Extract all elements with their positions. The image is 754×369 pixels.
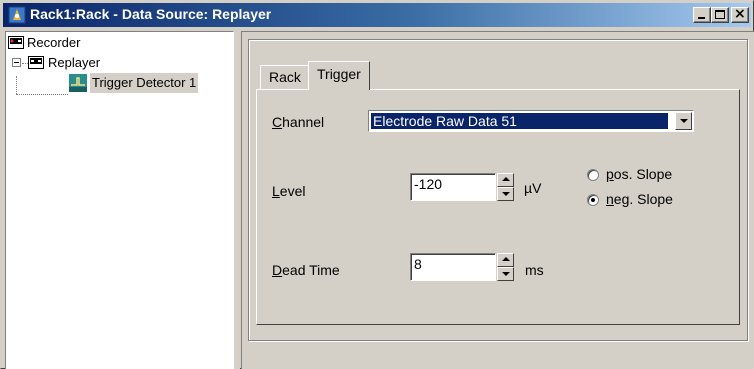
- level-label: Level: [272, 183, 306, 199]
- app-icon: [8, 6, 26, 24]
- arrow-down-icon: [502, 272, 510, 276]
- neg-slope-radio[interactable]: neg. Slope: [586, 191, 696, 211]
- trigger-tab-page: Channel Electrode Raw Data 51 Level -120…: [256, 89, 740, 325]
- maximize-button[interactable]: [711, 7, 729, 23]
- pos-slope-label: pos. Slope: [606, 166, 673, 182]
- arrow-down-icon: [502, 192, 510, 196]
- replayer-icon: [28, 56, 44, 69]
- tab-rack[interactable]: Rack: [260, 65, 310, 89]
- tree-view[interactable]: Recorder Replayer Trigger Detector 1: [5, 31, 234, 369]
- level-spinner[interactable]: [497, 173, 514, 201]
- properties-panel: Rack Trigger Channel Electrode Raw Data …: [241, 31, 754, 369]
- arrow-up-icon: [502, 257, 510, 261]
- arrow-up-icon: [502, 177, 510, 181]
- dead-time-increment-button[interactable]: [497, 253, 514, 267]
- tab-label: Trigger: [317, 66, 361, 82]
- minimize-icon: [698, 17, 705, 19]
- window-title: Rack1:Rack - Data Source: Replayer: [30, 6, 272, 22]
- minimize-button[interactable]: [693, 7, 711, 23]
- radio-button[interactable]: [587, 169, 599, 181]
- channel-label: Channel: [272, 114, 325, 130]
- pane-splitter[interactable]: [234, 31, 240, 369]
- tree-item-label: Recorder: [27, 35, 81, 50]
- neg-slope-label: neg. Slope: [606, 191, 673, 207]
- tab-trigger[interactable]: Trigger: [308, 61, 370, 90]
- tree-item-label: Replayer: [48, 55, 101, 70]
- tab-label: Rack: [269, 69, 301, 85]
- maximize-icon: [715, 10, 725, 19]
- dead-time-unit: ms: [525, 262, 544, 278]
- radio-selected-icon: [591, 198, 595, 202]
- dead-time-input[interactable]: 8: [410, 253, 496, 281]
- level-increment-button[interactable]: [497, 173, 514, 187]
- recorder-icon: [8, 36, 24, 49]
- application-window: Rack1:Rack - Data Source: Replayer × Rec…: [0, 0, 754, 369]
- collapse-toggle-icon[interactable]: [12, 58, 21, 67]
- trigger-detector-icon: [69, 74, 87, 92]
- level-decrement-button[interactable]: [497, 187, 514, 201]
- title-bar[interactable]: Rack1:Rack - Data Source: Replayer ×: [3, 3, 751, 27]
- chevron-down-icon: [680, 119, 688, 123]
- dead-time-label: Dead Time: [272, 262, 340, 278]
- channel-dropdown-button[interactable]: [675, 112, 692, 130]
- pos-slope-radio[interactable]: pos. Slope: [586, 166, 696, 186]
- close-icon: ×: [734, 6, 746, 22]
- level-input[interactable]: -120: [410, 173, 496, 201]
- tree-connector: [16, 94, 68, 95]
- radio-button[interactable]: [587, 194, 599, 206]
- dead-time-spinner[interactable]: [497, 253, 514, 281]
- dead-time-decrement-button[interactable]: [497, 267, 514, 281]
- tree-connector: [16, 76, 17, 94]
- channel-select[interactable]: Electrode Raw Data 51: [368, 110, 694, 132]
- tree-item-label: Trigger Detector 1: [90, 73, 199, 93]
- level-unit: µV: [524, 180, 542, 196]
- close-button[interactable]: ×: [731, 6, 749, 23]
- channel-select-value: Electrode Raw Data 51: [370, 112, 669, 130]
